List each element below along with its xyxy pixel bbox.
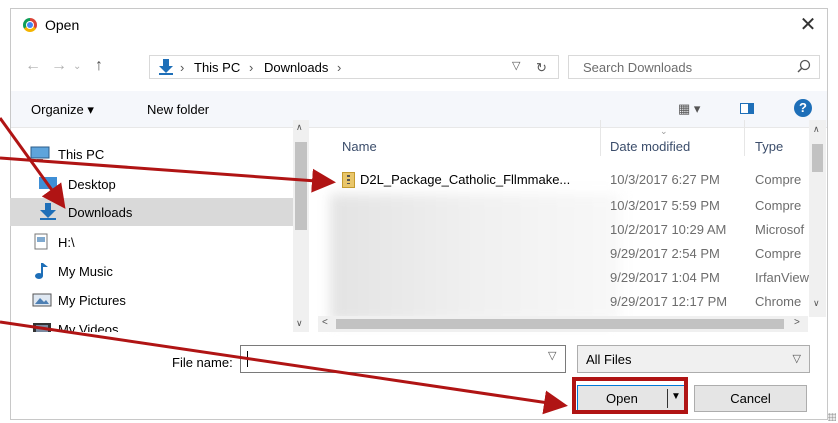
file-row[interactable]: 9/29/2017 1:04 PM IrfanView [318,266,809,290]
nav-label: My Pictures [58,293,126,308]
column-divider [600,120,601,156]
file-list: Name Date modified ⌄ Type D2L_Package_Ca… [318,120,816,332]
file-scroll-thumb[interactable] [812,144,823,172]
column-divider [744,120,745,156]
file-name-input[interactable] [240,345,566,373]
nav-item-this-pc[interactable]: This PC [10,140,290,168]
navigation-pane: This PC Desktop Downloads H:\ My Music M… [10,120,312,332]
file-row[interactable]: 9/29/2017 12:17 PM Chrome [318,290,802,314]
scroll-up-icon[interactable]: ∧ [813,124,820,135]
desktop-icon [39,177,57,189]
file-type: Chrome [755,294,802,309]
file-type: Microsof [755,222,805,237]
file-row[interactable]: 10/2/2017 10:29 AM Microsof [318,218,804,242]
preview-pane-icon[interactable] [740,103,754,114]
file-date: 10/3/2017 5:59 PM [610,198,720,213]
column-header-name[interactable]: Name [342,139,377,154]
back-arrow-icon[interactable]: ← [25,57,41,75]
scroll-down-icon[interactable]: ∨ [296,318,303,329]
downloads-arrow-icon [159,59,173,75]
computer-icon [30,146,50,161]
search-box[interactable]: Search Downloads [568,55,820,79]
sort-indicator-icon: ⌄ [660,126,668,136]
horizontal-scrollbar[interactable]: < > [318,316,808,332]
nav-label: H:\ [58,235,75,250]
crumb-downloads[interactable]: Downloads [264,60,328,75]
refresh-icon[interactable]: ↻ [536,60,547,76]
up-arrow-icon[interactable]: ↑ [95,57,103,75]
column-header-type[interactable]: Type [755,139,783,154]
chrome-icon [23,18,37,32]
file-date: 9/29/2017 2:54 PM [610,246,720,261]
videos-icon [33,323,51,332]
file-date: 9/29/2017 12:17 PM [610,294,728,309]
horizontal-scroll-thumb[interactable] [336,319,784,329]
drive-icon [34,233,48,250]
file-name: D2L_Package_Catholic_Fllmmake... [360,172,571,187]
nav-item-my-music[interactable]: My Music [10,257,290,285]
music-note-icon [35,263,48,279]
address-dropdown-icon[interactable]: ▽ [512,59,520,72]
file-date: 10/3/2017 6:27 PM [610,172,720,187]
nav-item-my-videos[interactable]: My Videos [10,315,290,332]
nav-scroll-thumb[interactable] [295,142,307,230]
nav-item-downloads[interactable]: Downloads [10,198,293,226]
forward-arrow-icon[interactable]: → [51,57,67,75]
title-bar: Open ✕ [11,9,827,41]
file-type: IrfanView [755,270,809,285]
new-folder-button[interactable]: New folder [147,102,209,117]
address-bar[interactable]: › This PC › Downloads › ▽ ↻ [149,55,559,79]
scroll-up-icon[interactable]: ∧ [296,122,303,133]
close-button[interactable]: ✕ [795,12,821,38]
scroll-right-icon[interactable]: > [794,317,800,328]
open-button-highlight [572,377,688,414]
file-type-filter-value: All Files [586,352,632,367]
organize-menu[interactable]: Organize ▾ [31,102,94,118]
scroll-left-icon[interactable]: < [322,317,328,328]
file-row[interactable]: D2L_Package_Catholic_Fllmmake... 10/3/20… [318,168,802,192]
search-icon[interactable] [797,59,811,73]
nav-item-h-drive[interactable]: H:\ [10,228,290,256]
cancel-button[interactable]: Cancel [694,385,807,412]
file-list-scrollbar[interactable]: ∧ ∨ [809,120,826,317]
file-type: Compre [755,172,802,187]
zip-folder-icon [342,172,355,188]
file-date: 9/29/2017 1:04 PM [610,270,720,285]
recent-dropdown-icon[interactable]: ⌄ [73,61,81,72]
nav-item-my-pictures[interactable]: My Pictures [10,286,290,314]
nav-item-desktop[interactable]: Desktop [10,170,290,198]
pictures-icon [32,293,52,307]
crumb-this-pc[interactable]: This PC [194,60,240,75]
help-icon[interactable]: ? [794,99,812,117]
crumb-separator-icon: › [249,60,254,75]
file-type-filter[interactable]: All Files ▽ [577,345,810,373]
file-name-dropdown-icon[interactable]: ▽ [548,349,556,362]
nav-label: Downloads [68,205,133,220]
nav-scrollbar[interactable]: ∧ ∨ [293,120,309,332]
nav-label: Desktop [68,177,116,192]
nav-label: My Music [58,264,113,279]
nav-label: My Videos [58,322,119,332]
resize-grip-icon[interactable] [828,413,836,421]
file-date: 10/2/2017 10:29 AM [610,222,727,237]
crumb-separator-icon: › [337,60,342,75]
text-cursor [247,351,248,367]
file-row[interactable]: 9/29/2017 2:54 PM Compre [318,242,802,266]
search-input[interactable]: Search Downloads [583,60,692,75]
file-name-label: File name: [172,355,233,370]
file-type: Compre [755,246,802,261]
column-header-date[interactable]: Date modified [610,139,690,154]
file-type: Compre [755,198,802,213]
view-options-icon[interactable]: ▦ ▾ [678,101,700,117]
file-row[interactable]: 10/3/2017 5:59 PM Compre [318,194,802,218]
dialog-title: Open [45,17,80,33]
nav-label: This PC [58,147,105,162]
crumb-separator-icon: › [180,60,185,75]
downloads-icon [40,203,56,220]
address-row: ← → ⌄ ↑ › This PC › Downloads › ▽ ↻ Sear… [11,55,827,81]
scroll-down-icon[interactable]: ∨ [813,298,820,309]
chevron-down-icon: ▽ [792,353,801,365]
